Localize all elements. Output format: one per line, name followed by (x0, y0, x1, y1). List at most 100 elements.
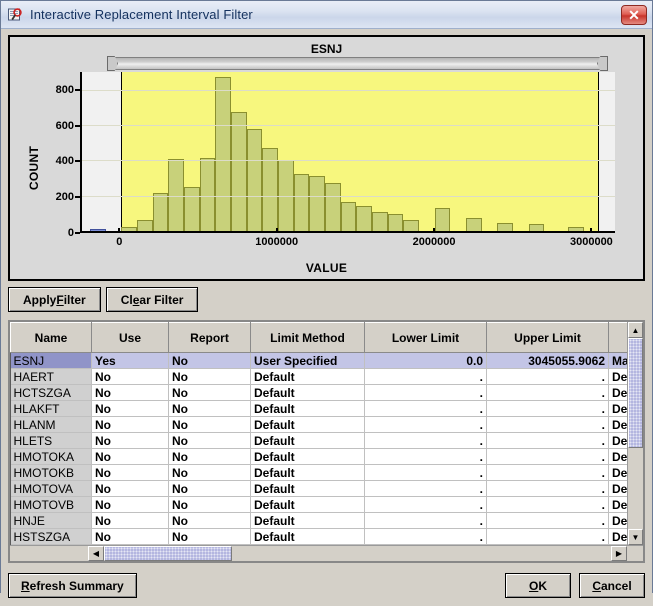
table-row[interactable]: HMOTOVB No No Default.. De (10, 496, 627, 513)
hscroll-spacer (10, 546, 88, 561)
histogram-bar (434, 208, 451, 231)
scroll-up-icon[interactable]: ▲ (628, 322, 643, 338)
plot-area[interactable] (80, 72, 615, 233)
apply-filter-mnemonic: F (56, 292, 64, 307)
table-row[interactable]: HMOTOKA No No Default.. De (10, 448, 627, 465)
histogram-bars (82, 72, 615, 231)
table-cell-name: ESNJ (10, 352, 92, 369)
table-cell-upper: 3045055.9062 (486, 352, 609, 369)
table-row[interactable]: HLETS No No Default.. De (10, 432, 627, 449)
histogram-bar (567, 227, 584, 231)
cancel-mnemonic: C (592, 578, 601, 593)
scroll-down-icon[interactable]: ▼ (628, 529, 643, 545)
table-cell-upper: . (486, 464, 609, 481)
histogram-bar (152, 193, 169, 231)
table-cell-report: No (168, 416, 251, 433)
table-cell-name: HLANM (10, 416, 92, 433)
table-header-report[interactable]: Report (168, 322, 251, 353)
vertical-scrollbar-thumb[interactable] (628, 338, 643, 448)
clear-filter-mnemonic: e (132, 292, 140, 307)
filter-button-row: Apply Filter Cl e ar Filter (8, 287, 645, 312)
vertical-scrollbar[interactable]: ▲ ▼ (627, 322, 643, 545)
table-cell-method: Default (250, 400, 365, 417)
table-cell-method: Default (250, 384, 365, 401)
table-cell-name: HMOTOKB (10, 464, 92, 481)
histogram-bar (215, 77, 231, 231)
plot-inner (82, 72, 615, 231)
horizontal-scrollbar[interactable]: ◀ ▶ (10, 545, 643, 561)
apply-filter-label-post: ilter (63, 292, 86, 307)
table-cell-name: HMOTOVA (10, 480, 92, 497)
table-cell-lower: . (364, 384, 487, 401)
table-header-limit-method[interactable]: Limit Method (250, 322, 365, 353)
scroll-right-icon[interactable]: ▶ (611, 546, 627, 561)
table-row[interactable]: HNJE No No Default.. De (10, 512, 627, 529)
table-row[interactable]: HMOTOKB No No Default.. De (10, 464, 627, 481)
y-tick-label: 200 (55, 191, 74, 204)
table-cell-lower: . (364, 496, 487, 513)
histogram-bar (387, 214, 404, 231)
table-cell-lower: . (364, 368, 487, 385)
table-row[interactable]: HLANM No No Default.. De (10, 416, 627, 433)
histogram-bar (340, 202, 357, 231)
ok-button[interactable]: OK (505, 573, 571, 598)
dialog-window: Interactive Replacement Interval Filter … (0, 0, 653, 606)
table-cell-lower: . (364, 432, 487, 449)
table-cell-use: No (91, 432, 169, 449)
table-cell-report: No (168, 528, 251, 545)
table-cell-upper: . (486, 448, 609, 465)
table-header-name[interactable]: Name (10, 322, 92, 353)
table-cell-report: No (168, 352, 251, 369)
horizontal-scrollbar-thumb[interactable] (104, 546, 232, 561)
table-cell-use: No (91, 400, 169, 417)
table-row[interactable]: ESNJYesNoUser Specified0.03045055.9062Ma (10, 352, 627, 369)
clear-filter-button[interactable]: Cl e ar Filter (105, 287, 199, 312)
table-cell-extra: De (608, 448, 627, 465)
table-row[interactable]: HMOTOVA No No Default.. De (10, 480, 627, 497)
histogram-bar (230, 112, 247, 231)
y-tick-label: 400 (55, 155, 74, 168)
table-row[interactable]: HSTSZGA No No Default.. De (10, 528, 627, 545)
table-cell-method: Default (250, 512, 365, 529)
table-cell-upper: . (486, 512, 609, 529)
table-cell-name: HCTSZGA (10, 384, 92, 401)
table-header-extra[interactable] (608, 322, 627, 353)
vertical-scrollbar-track[interactable] (628, 448, 643, 529)
table-header-upper-limit[interactable]: Upper Limit (486, 322, 609, 353)
table-row[interactable]: HLAKFT No No Default.. De (10, 400, 627, 417)
table-cell-lower: . (364, 512, 487, 529)
horizontal-scrollbar-track[interactable] (232, 546, 611, 561)
table-cell-extra: De (608, 528, 627, 545)
apply-filter-button[interactable]: Apply Filter (8, 287, 101, 312)
table-header-lower-limit[interactable]: Lower Limit (364, 322, 487, 353)
range-slider-track[interactable] (113, 57, 602, 70)
variables-table-panel: Name Use Report Limit Method Lower Limit Uppe… (8, 320, 645, 563)
table-cell-use: No (91, 496, 169, 513)
table-row[interactable]: HCTSZGA No No Default.. De (10, 384, 627, 401)
histogram-bar (183, 186, 200, 231)
clear-filter-label-pre: Cl (120, 292, 133, 307)
x-tick-mark (590, 228, 593, 233)
title-bar[interactable]: Interactive Replacement Interval Filter … (1, 1, 652, 29)
table-cell-report: No (168, 384, 251, 401)
refresh-summary-button[interactable]: Refresh Summary (8, 573, 137, 598)
close-icon[interactable]: ✕ (621, 4, 647, 25)
plot-wrapper: COUNT 0 200 400 600 800 0 1000000 2000000 30000… (10, 56, 643, 279)
scroll-left-icon[interactable]: ◀ (88, 546, 104, 561)
table-viewport[interactable]: Name Use Report Limit Method Lower Limit Uppe… (10, 322, 627, 545)
refresh-label-post: efresh Summary (29, 578, 124, 593)
cancel-button[interactable]: Cancel (579, 573, 645, 598)
table-cell-report: No (168, 480, 251, 497)
table-cell-name: HSTSZGA (10, 528, 92, 545)
table-row[interactable]: HAERT No No Default.. De (10, 368, 627, 385)
table-cell-name: HNJE (10, 512, 92, 529)
table-cell-use: No (91, 528, 169, 545)
table-cell-method: Default (250, 480, 365, 497)
table-header-use[interactable]: Use (91, 322, 169, 353)
x-tick-mark (433, 228, 436, 233)
footer-button-row: Refresh Summary OK Cancel (8, 572, 645, 599)
clear-filter-label-post: ar Filter (139, 292, 184, 307)
table-cell-extra: De (608, 512, 627, 529)
table-cell-report: No (168, 368, 251, 385)
table-cell-lower: . (364, 528, 487, 545)
